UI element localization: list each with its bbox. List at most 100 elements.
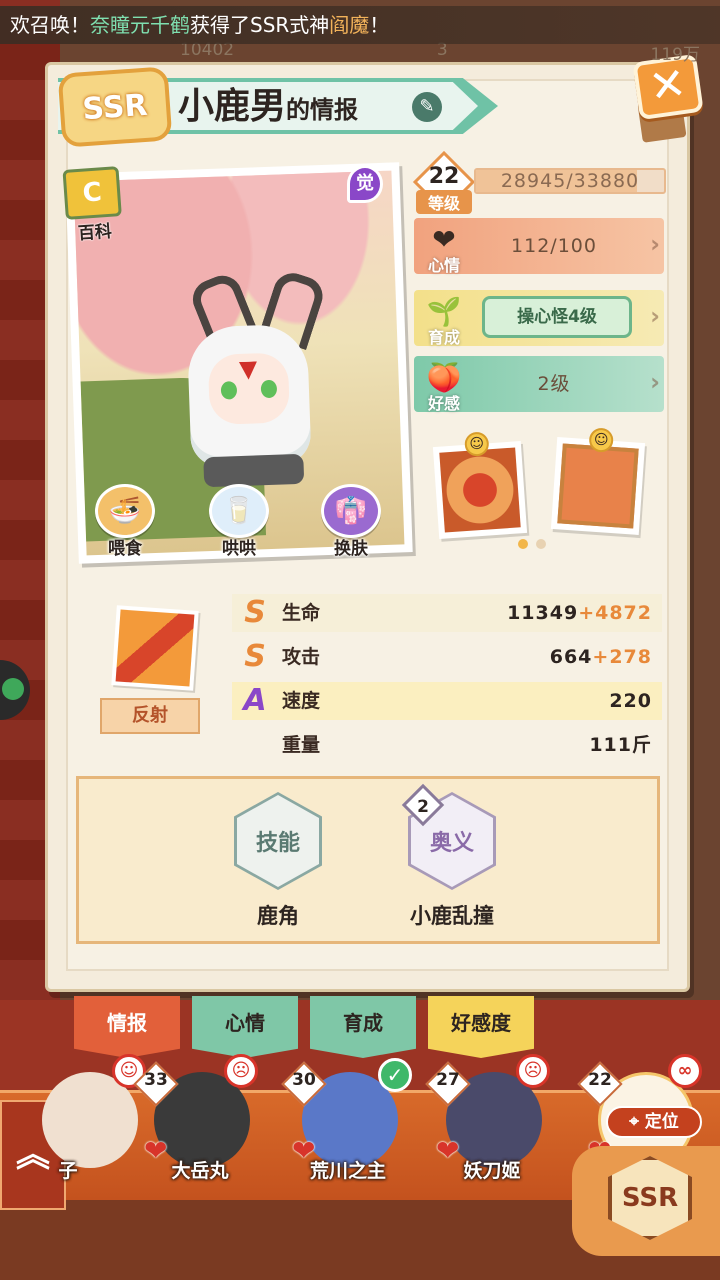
- mystery-box-icon: [557, 443, 639, 529]
- stat-value: 664+278: [550, 638, 652, 676]
- roster-level: 27: [436, 1070, 460, 1090]
- stat-row-attack: S 攻击 664+278: [232, 638, 662, 676]
- hex-frame: 技能: [234, 792, 322, 890]
- gift-tile-hotpot[interactable]: ☺: [432, 431, 528, 539]
- encyclopedia-label: 百科: [77, 221, 113, 245]
- stat-name: 重量: [282, 734, 321, 756]
- skill-name: 鹿角: [257, 904, 299, 928]
- stat-bonus: +278: [592, 646, 652, 668]
- passive-skill[interactable]: 反射: [100, 605, 206, 736]
- tab-mood[interactable]: 心情: [192, 996, 298, 1058]
- skin-label: 换肤: [334, 539, 368, 559]
- coax-button[interactable]: 🥛 哄哄: [202, 484, 276, 559]
- chevron-right-icon: ›: [650, 368, 660, 396]
- roster-item[interactable]: 27 ❤ ☹ 妖刀姬: [425, 1054, 556, 1192]
- character-legs: [203, 453, 305, 488]
- announcement-shikigami: 阎魔: [329, 13, 370, 37]
- level-indicator: 22 等级 28945/33880: [412, 150, 666, 214]
- location-pin-icon: ⌖: [629, 1112, 639, 1132]
- stat-name: 速度: [282, 690, 321, 712]
- level-value: 22: [428, 164, 460, 189]
- stat-name: 生命: [282, 602, 321, 624]
- stat-row-speed: A 速度 220: [232, 682, 662, 720]
- roster-name: 妖刀姬: [463, 1160, 521, 1182]
- exp-bar: 28945/33880: [474, 168, 666, 194]
- stat-row-hp: S 生命 11349+4872: [232, 594, 662, 632]
- growth-row[interactable]: 🌱 育成 操心怪4级 ›: [414, 290, 664, 347]
- roster-level: 22: [588, 1070, 612, 1090]
- tab-favor[interactable]: 好感度: [428, 996, 534, 1058]
- skill-name: 小鹿乱撞: [410, 904, 494, 928]
- stat-base: 220: [609, 690, 652, 712]
- awaken-badge[interactable]: 觉: [347, 165, 383, 203]
- announcement-ticker: 欢召唤！奈瞳元千鹤获得了SSR式神阎魔！: [0, 6, 720, 44]
- stat-base: 664: [549, 646, 593, 668]
- roster-level: 30: [292, 1070, 316, 1090]
- grade-s-icon: S: [244, 639, 266, 674]
- stat-value: 111斤: [589, 726, 652, 764]
- mood-row[interactable]: ❤ 心情 112/100 ›: [414, 218, 664, 275]
- ultimate-level: 2: [417, 797, 429, 817]
- robe-icon: 👘: [321, 484, 381, 538]
- exp-text: 28945/33880: [500, 170, 640, 192]
- pencil-icon[interactable]: ✎: [412, 92, 442, 122]
- roster-level: 33: [144, 1070, 168, 1090]
- coax-label: 哄哄: [222, 539, 256, 559]
- mood-icon: ☹: [224, 1054, 258, 1088]
- title-suffix: 的情报: [286, 96, 359, 124]
- pager-dot[interactable]: [536, 539, 546, 549]
- passive-skill-label: 反射: [100, 698, 200, 734]
- tab-growth[interactable]: 育成: [310, 996, 416, 1058]
- stat-base: 111斤: [589, 734, 652, 756]
- grade-s-icon: S: [244, 595, 266, 630]
- announcement-middle: 获得了SSR式神: [190, 13, 330, 37]
- locate-label: 定位: [644, 1112, 679, 1132]
- skin-button[interactable]: 👘 换肤: [314, 484, 388, 559]
- skill-hex: 技能: [237, 795, 319, 887]
- rarity-badge: SSR: [57, 66, 173, 148]
- reflect-skill-icon: [111, 605, 199, 691]
- encyclopedia-button[interactable]: C 百科: [57, 166, 128, 244]
- pager-dot-active[interactable]: [518, 539, 528, 549]
- feed-label: 喂食: [108, 539, 142, 559]
- gift-tile-mystery[interactable]: ☺: [550, 427, 646, 535]
- stat-value: 220: [609, 682, 652, 720]
- book-icon: C: [62, 166, 122, 220]
- skill-button-antler[interactable]: 技能 鹿角: [228, 792, 328, 928]
- announcement-suffix: ！: [369, 13, 390, 37]
- favor-label: 好感: [427, 394, 460, 413]
- gift-pager: [518, 534, 554, 553]
- chevron-right-icon: ›: [650, 230, 660, 258]
- announcement-player: 奈瞳元千鹤: [90, 13, 190, 37]
- stat-row-weight: 重量 111斤: [232, 726, 662, 764]
- growth-value: 操心怪4级: [482, 296, 632, 338]
- shikigami-name: 小鹿男: [178, 86, 287, 127]
- skill-button-ultimate[interactable]: 奥义 2 小鹿乱撞: [401, 783, 502, 928]
- roster-name: 荒川之主: [309, 1160, 386, 1182]
- roster-name: 大岳丸: [171, 1160, 229, 1182]
- announcement-prefix: 欢召唤！: [10, 13, 90, 37]
- check-icon: ✓: [378, 1058, 412, 1092]
- hotpot-icon: [439, 447, 521, 533]
- growth-label: 育成: [427, 328, 460, 347]
- roster-item[interactable]: 33 ❤ ☹ 大岳丸: [133, 1054, 264, 1192]
- skills-panel: [76, 776, 660, 944]
- stat-name: 攻击: [282, 646, 321, 668]
- stat-base: 11349: [507, 602, 579, 624]
- mood-label: 心情: [427, 256, 460, 275]
- mood-value: 112/100: [511, 235, 597, 257]
- favor-value: 2级: [537, 373, 571, 395]
- mood-icon: ☹: [516, 1054, 550, 1088]
- page-title: 小鹿男的情报: [178, 82, 358, 132]
- bowl-icon: 🍜: [95, 484, 155, 538]
- grade-a-icon: A: [243, 683, 267, 718]
- level-label: 等级: [416, 190, 472, 214]
- chevron-right-icon: ›: [650, 302, 660, 330]
- favor-row[interactable]: 🍑 好感 2级 ›: [414, 356, 664, 413]
- tab-info[interactable]: 情报: [74, 996, 180, 1058]
- milk-icon: 🥛: [209, 484, 269, 538]
- feed-button[interactable]: 🍜 喂食: [88, 484, 162, 559]
- stat-value: 11349+4872: [507, 594, 652, 632]
- locate-button[interactable]: ⌖ 定位: [606, 1106, 702, 1138]
- stat-bonus: +4872: [578, 602, 652, 624]
